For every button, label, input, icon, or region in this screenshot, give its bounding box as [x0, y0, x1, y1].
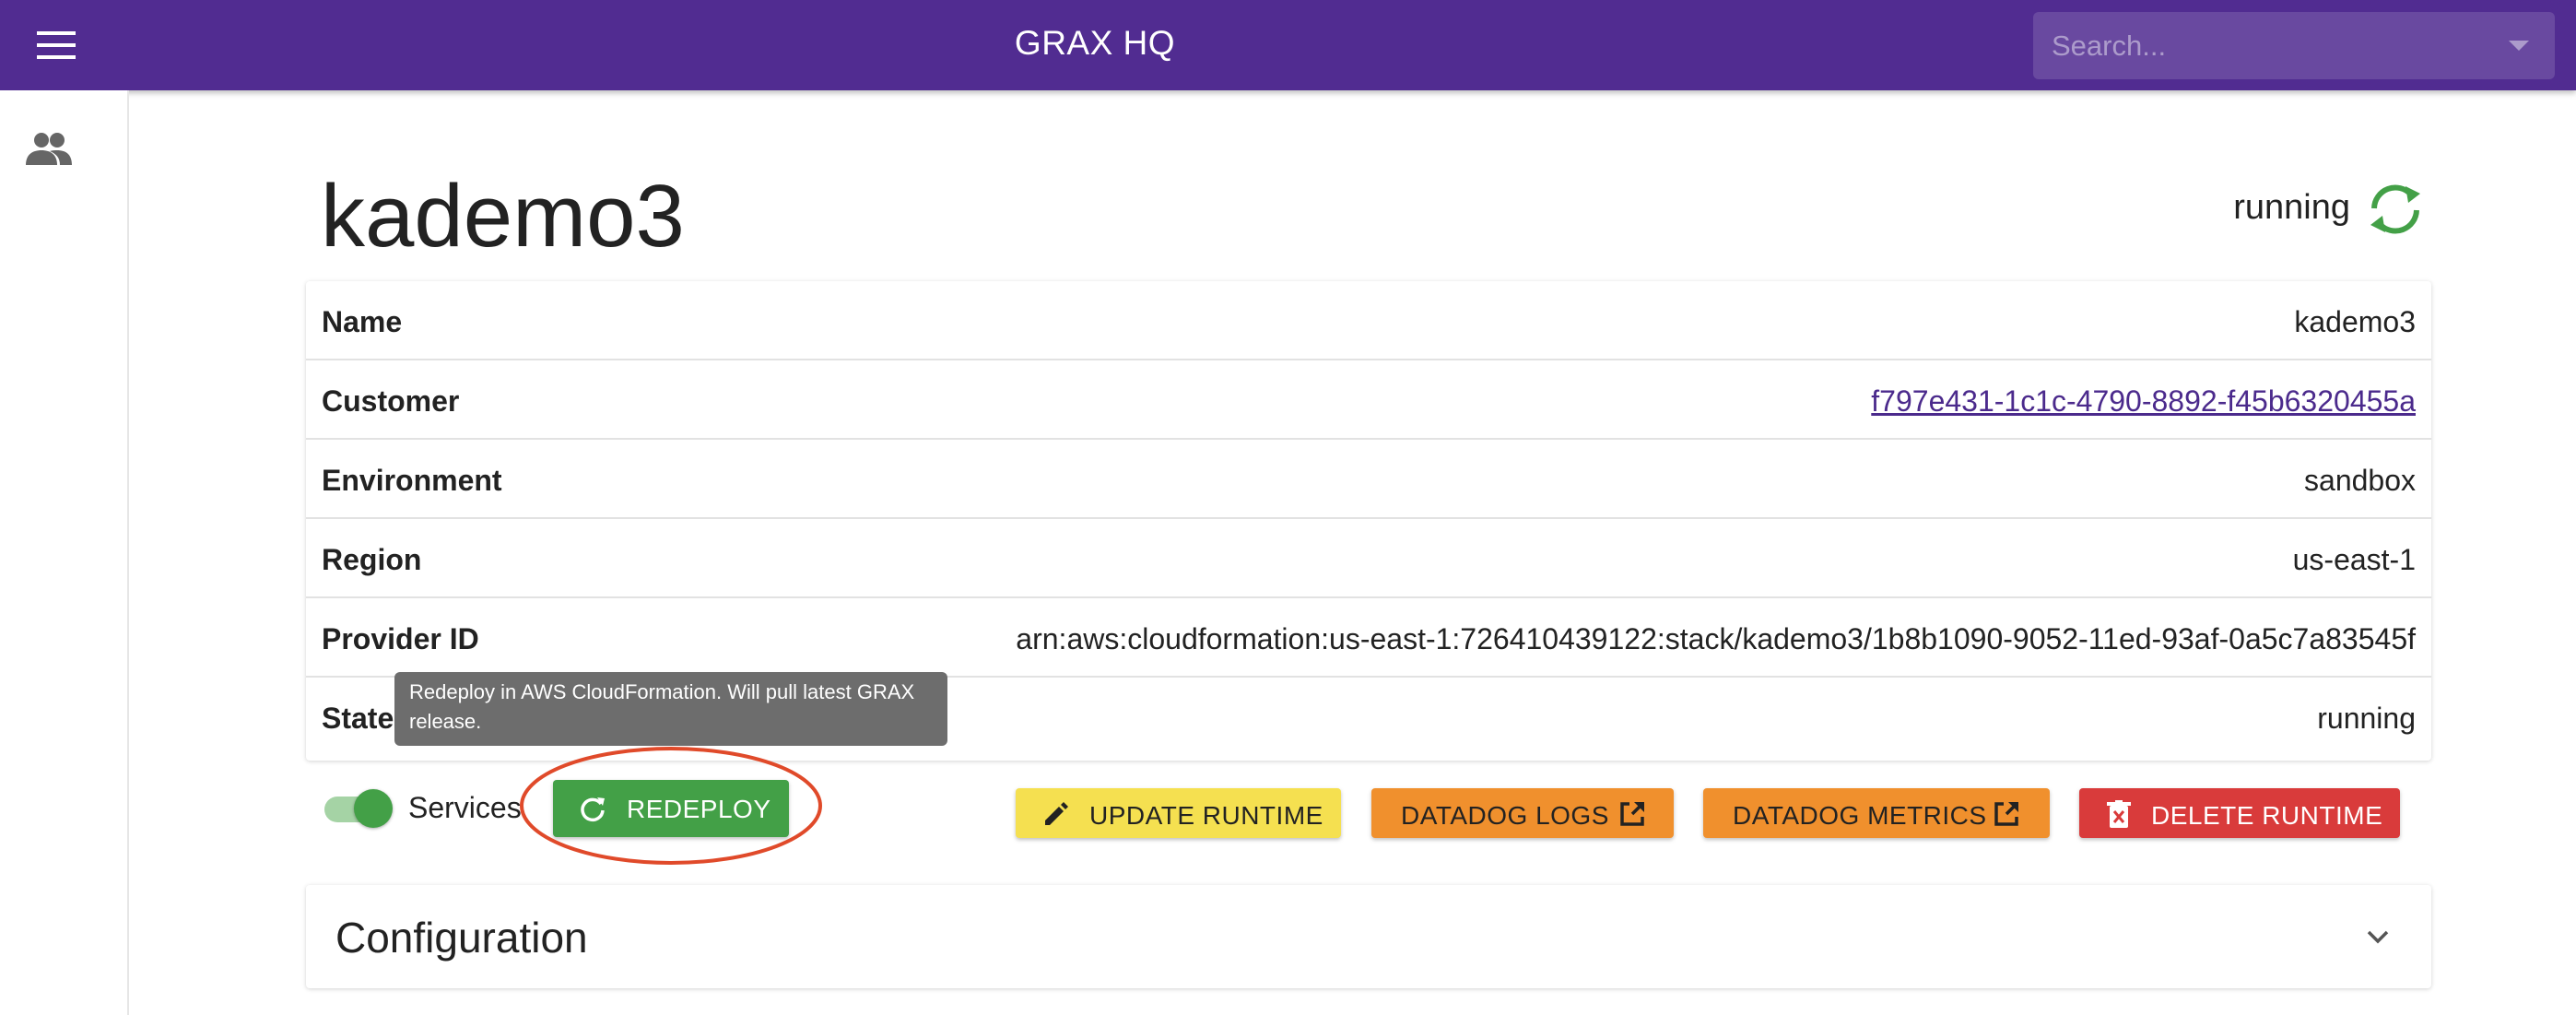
row-value-environment: sandbox: [2304, 464, 2416, 497]
row-label-provider-id: Provider ID: [322, 622, 479, 655]
status-text: running: [2233, 188, 2350, 227]
page-title: kademo3: [321, 167, 685, 266]
table-row: Region us-east-1: [306, 519, 2431, 598]
search-dropdown-caret-icon[interactable]: [2509, 41, 2529, 51]
menu-button[interactable]: [26, 20, 87, 70]
table-row: Customer f797e431-1c1c-4790-8892-f45b632…: [306, 360, 2431, 440]
update-runtime-label: UPDATE RUNTIME: [1089, 801, 1323, 830]
datadog-metrics-button[interactable]: DATADOG METRICS: [1703, 788, 2050, 838]
update-runtime-button[interactable]: UPDATE RUNTIME: [1016, 788, 1341, 838]
datadog-logs-button[interactable]: DATADOG LOGS: [1371, 788, 1674, 838]
row-label-name: Name: [322, 305, 403, 338]
row-value-provider-id: arn:aws:cloudformation:us-east-1:7264104…: [1016, 622, 2416, 655]
row-label-customer: Customer: [322, 384, 460, 418]
external-link-icon: [1620, 802, 1644, 826]
table-row: Provider ID arn:aws:cloudformation:us-ea…: [306, 598, 2431, 678]
redeploy-button[interactable]: REDEPLOY: [553, 780, 789, 837]
services-toggle[interactable]: [324, 789, 393, 828]
delete-runtime-button[interactable]: DELETE RUNTIME: [2079, 788, 2400, 838]
row-value-name: kademo3: [2294, 305, 2416, 338]
customer-link[interactable]: f797e431-1c1c-4790-8892-f45b6320455a: [1871, 384, 2416, 419]
toggle-thumb: [354, 789, 393, 828]
hamburger-menu-icon: [37, 31, 76, 59]
services-toggle-label: Services: [408, 791, 522, 824]
side-rail: [0, 90, 129, 1015]
table-row: Environment sandbox: [306, 440, 2431, 519]
delete-runtime-label: DELETE RUNTIME: [2151, 801, 2383, 830]
datadog-logs-label: DATADOG LOGS: [1401, 801, 1609, 830]
row-label-state: State: [322, 702, 394, 735]
chevron-down-icon[interactable]: [2363, 922, 2393, 951]
redeploy-label: REDEPLOY: [627, 795, 771, 823]
configuration-accordion[interactable]: Configuration: [306, 885, 2431, 988]
app-title: GRAX HQ: [1014, 24, 1176, 62]
search-input[interactable]: [2052, 12, 2494, 79]
people-icon[interactable]: [26, 132, 72, 165]
row-value-state: running: [2317, 702, 2416, 735]
datadog-metrics-label: DATADOG METRICS: [1733, 801, 1987, 830]
refresh-icon: [581, 797, 605, 822]
app-bar: GRAX HQ: [0, 0, 2576, 90]
table-row: Name kademo3: [306, 281, 2431, 360]
trash-icon: [2107, 800, 2131, 828]
configuration-title: Configuration: [335, 914, 588, 962]
search-box[interactable]: [2033, 12, 2555, 79]
row-label-region: Region: [322, 543, 422, 576]
sync-icon: [2370, 184, 2420, 234]
pencil-icon: [1045, 802, 1068, 825]
row-label-environment: Environment: [322, 464, 502, 497]
redeploy-tooltip: Redeploy in AWS CloudFormation. Will pul…: [394, 672, 947, 746]
row-value-region: us-east-1: [2292, 543, 2416, 576]
external-link-icon: [1994, 802, 2018, 826]
